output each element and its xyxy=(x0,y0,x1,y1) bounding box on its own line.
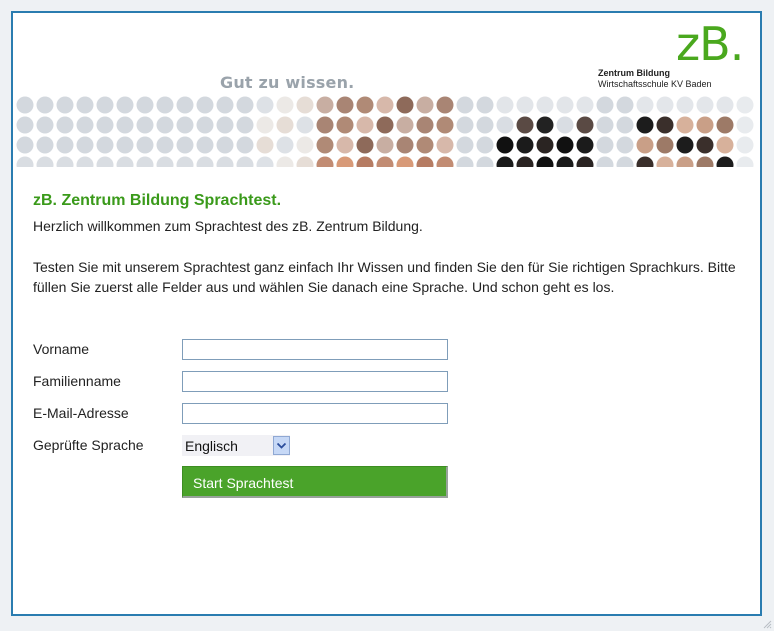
page-frame: Gut zu wissen. zB. Zentrum Bildung Wirts… xyxy=(11,11,762,616)
main-content: zB. Zentrum Bildung Sprachtest. Herzlich… xyxy=(33,191,743,297)
tagline: Gut zu wissen. xyxy=(220,73,355,92)
chevron-down-icon[interactable] xyxy=(273,436,290,455)
welcome-text: Herzlich willkommen zum Sprachtest des z… xyxy=(33,218,423,234)
intro-text: Testen Sie mit unserem Sprachtest ganz e… xyxy=(33,259,736,295)
email-input[interactable] xyxy=(182,403,448,424)
language-label: Geprüfte Sprache xyxy=(33,437,144,453)
language-select[interactable]: Englisch xyxy=(182,435,290,456)
header-banner: Gut zu wissen. zB. Zentrum Bildung Wirts… xyxy=(13,13,760,173)
first-name-label: Vorname xyxy=(33,341,90,357)
resize-grip-icon[interactable] xyxy=(762,619,772,629)
page-title: zB. Zentrum Bildung Sprachtest. xyxy=(33,192,282,209)
last-name-label: Familienname xyxy=(33,373,121,389)
last-name-input[interactable] xyxy=(182,371,448,392)
first-name-input[interactable] xyxy=(182,339,448,360)
start-test-button[interactable]: Start Sprachtest xyxy=(182,466,448,498)
logo-title: Zentrum Bildung xyxy=(598,68,670,78)
logo-subtitle: Wirtschaftsschule KV Baden xyxy=(598,79,712,89)
logo: zB. xyxy=(676,17,744,71)
email-label: E-Mail-Adresse xyxy=(33,405,129,421)
language-selected-value: Englisch xyxy=(185,438,238,454)
dot-pattern-banner-image xyxy=(16,96,754,167)
